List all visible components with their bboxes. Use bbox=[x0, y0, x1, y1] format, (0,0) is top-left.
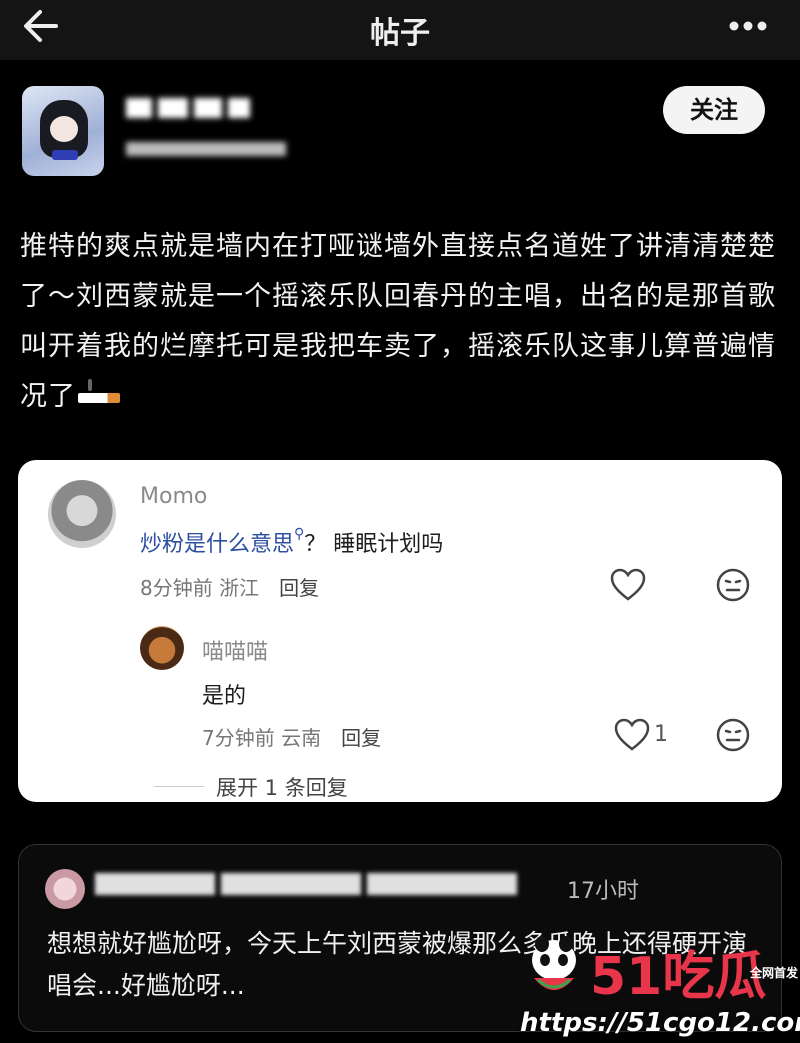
search-icon[interactable]: ⚲ bbox=[294, 526, 304, 542]
author-handle-redacted bbox=[126, 138, 296, 160]
comment-text: 炒粉是什么意思⚲？ 睡眠计划吗 bbox=[140, 526, 443, 558]
post-text: 推特的爽点就是墙内在打哑谜墙外直接点名道姓了讲清清楚楚了～刘西蒙就是一个摇滚乐队… bbox=[20, 231, 776, 412]
author-name-redacted[interactable] bbox=[126, 94, 266, 124]
reply-meta: 7分钟前 云南 回复 bbox=[202, 722, 381, 751]
watermark-logo: 51吃瓜 bbox=[590, 947, 767, 1007]
emoji-face-icon[interactable] bbox=[716, 718, 750, 752]
reply-time-location: 7分钟前 云南 bbox=[202, 726, 322, 750]
commenter-name[interactable]: Momo bbox=[140, 484, 207, 509]
watermark-tag: 全网首发 bbox=[750, 966, 799, 980]
reply-reply-button[interactable]: 回复 bbox=[341, 726, 381, 750]
reply-button[interactable]: 回复 bbox=[279, 576, 319, 600]
comment-screenshot-card: Momo 炒粉是什么意思⚲？ 睡眠计划吗 8分钟前 浙江 回复 喵喵喵 是的 7分… bbox=[18, 460, 782, 802]
quote-time: 17小时 bbox=[567, 879, 639, 904]
commenter-avatar[interactable] bbox=[48, 480, 116, 548]
avatar-bow bbox=[52, 150, 78, 160]
divider bbox=[154, 786, 204, 787]
heart-icon[interactable] bbox=[610, 568, 646, 602]
reply-text: 是的 bbox=[202, 684, 247, 709]
top-bar: 帖子 bbox=[0, 0, 800, 60]
comment-text-rest: ？ 睡眠计划吗 bbox=[304, 532, 444, 557]
avatar-face bbox=[50, 116, 78, 142]
follow-button[interactable]: 关注 bbox=[663, 86, 765, 134]
post-body: 推特的爽点就是墙内在打哑谜墙外直接点名道姓了讲清清楚楚了～刘西蒙就是一个摇滚乐队… bbox=[20, 222, 790, 422]
like-count: 1 bbox=[654, 722, 668, 747]
site-watermark: 51吃瓜 全网首发 https://51cgo12.com bbox=[520, 920, 800, 1043]
more-dots-icon[interactable] bbox=[726, 6, 770, 42]
quote-author-redacted bbox=[95, 873, 575, 903]
author-avatar[interactable] bbox=[22, 86, 104, 176]
reply-author[interactable]: 喵喵喵 bbox=[202, 634, 268, 666]
search-link[interactable]: 炒粉是什么意思 bbox=[140, 532, 294, 557]
mascot-icon bbox=[532, 936, 576, 990]
quote-avatar[interactable] bbox=[45, 869, 85, 909]
comment-time-location: 8分钟前 浙江 bbox=[140, 576, 260, 600]
page-title: 帖子 bbox=[370, 16, 430, 51]
heart-icon[interactable] bbox=[614, 718, 650, 752]
watermark-url: https://51cgo12.com bbox=[520, 1008, 800, 1038]
reply-avatar[interactable] bbox=[140, 626, 184, 670]
cigarette-icon bbox=[78, 378, 120, 403]
expand-replies-button[interactable]: 展开 1 条回复 bbox=[216, 772, 348, 802]
emoji-face-icon[interactable] bbox=[716, 568, 750, 602]
comment-meta: 8分钟前 浙江 回复 bbox=[140, 572, 319, 601]
